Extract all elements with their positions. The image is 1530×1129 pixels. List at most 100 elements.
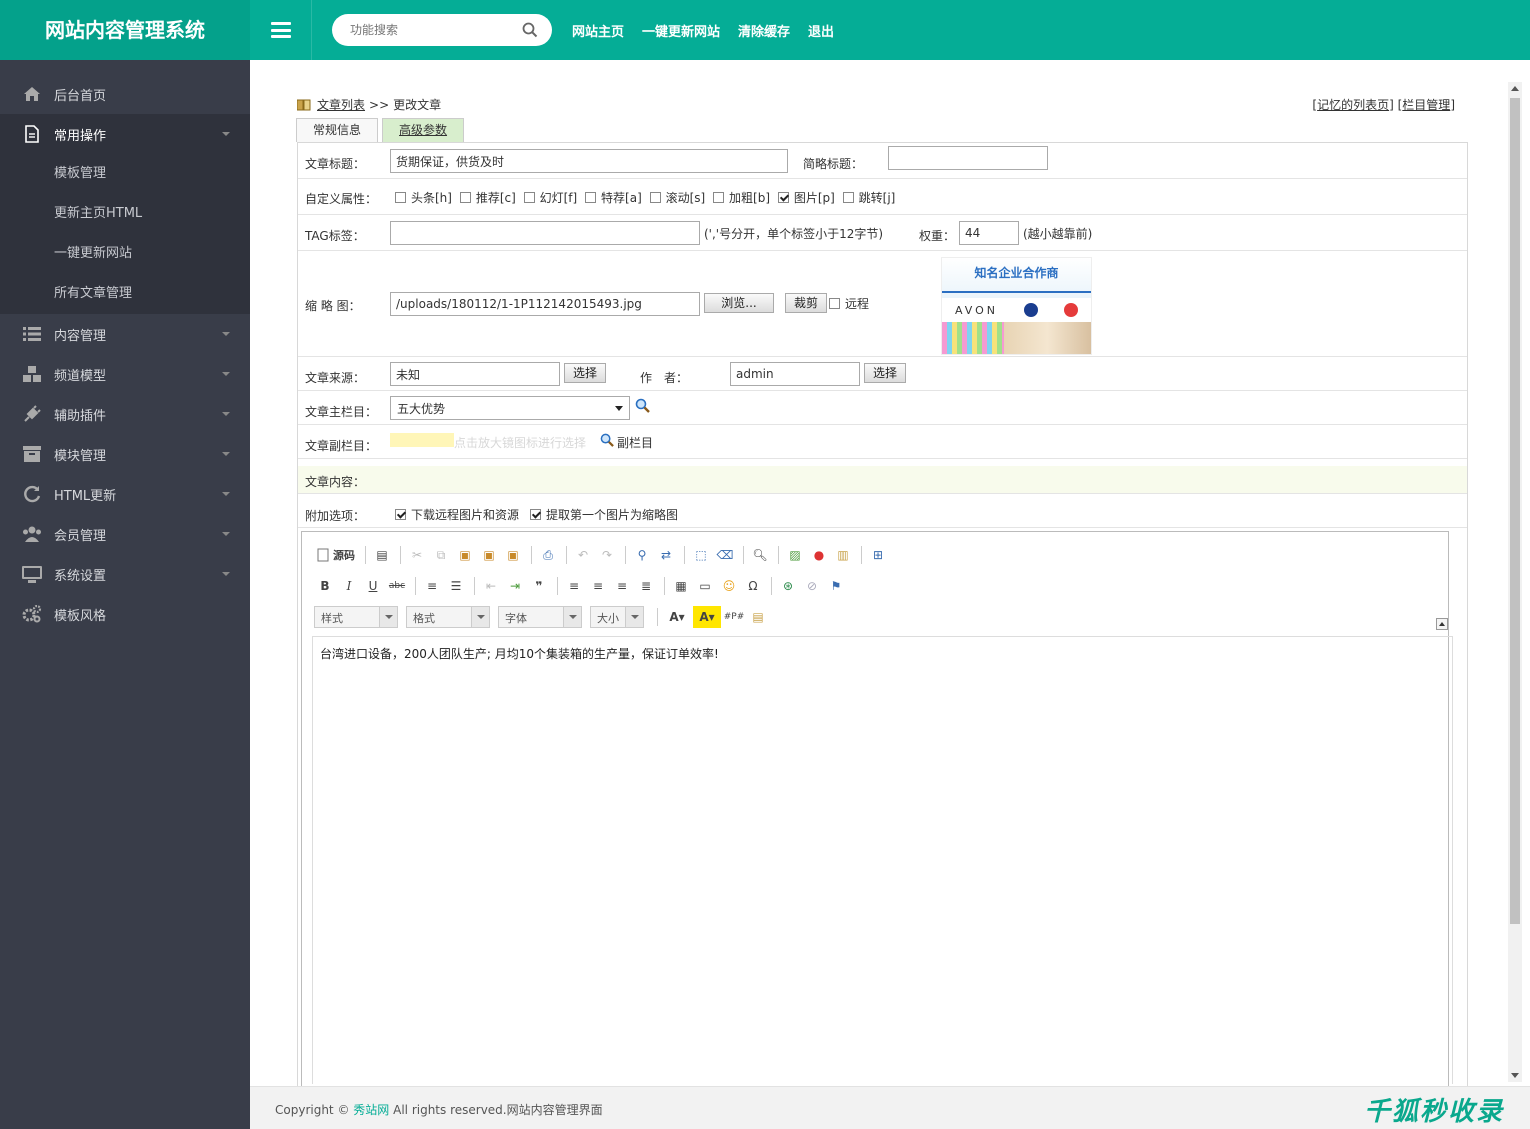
text-color-icon[interactable]: A▾ <box>663 606 691 628</box>
paste-word-icon[interactable]: ▣ <box>502 544 524 566</box>
magnifier-icon[interactable] <box>635 398 650 413</box>
print-icon[interactable]: ⎙ <box>537 544 559 566</box>
scroll-down-icon[interactable] <box>1511 1073 1519 1078</box>
flag-picture[interactable]: 图片[p] <box>777 191 835 205</box>
page-break-icon[interactable]: #P# <box>723 606 745 628</box>
sidebar-item-plugins[interactable]: 辅助插件 <box>0 394 250 434</box>
table-icon[interactable]: ▦ <box>670 575 692 597</box>
sidebar-item-content[interactable]: 内容管理 <box>0 314 250 354</box>
flag-headline[interactable]: 头条[h] <box>395 191 452 205</box>
format-combo[interactable]: 格式 <box>406 606 490 628</box>
thumb-path-input[interactable] <box>390 292 700 316</box>
scrollbar[interactable] <box>1508 82 1522 1082</box>
sidebar-item-home[interactable]: 后台首页 <box>0 74 250 114</box>
source-button[interactable]: 源码 <box>314 544 358 566</box>
align-right-icon[interactable]: ≡ <box>611 575 633 597</box>
insert-code-icon[interactable]: ▤ <box>747 606 769 628</box>
replace-icon[interactable]: ⇄ <box>655 544 677 566</box>
remembered-list-link[interactable]: 记忆的列表页 <box>1317 98 1389 112</box>
sidebar-item-html[interactable]: HTML更新 <box>0 474 250 514</box>
scroll-thumb[interactable] <box>1510 98 1520 924</box>
copy-icon[interactable]: ⧉ <box>430 544 452 566</box>
footer-site-link[interactable]: 秀站网 <box>353 1103 389 1117</box>
horizontal-rule-icon[interactable]: ▭ <box>694 575 716 597</box>
smiley-icon[interactable]: ☺ <box>718 575 740 597</box>
topnav-home-link[interactable]: 网站主页 <box>572 21 624 40</box>
select-all-icon[interactable]: ⬚ <box>690 544 712 566</box>
subcat-link[interactable]: 副栏目 <box>617 434 653 451</box>
sidebar-subitem-all-articles[interactable]: 所有文章管理 <box>0 274 250 314</box>
menu-toggle-button[interactable] <box>250 0 312 60</box>
anchor-flag-icon[interactable]: ⚑ <box>825 575 847 597</box>
topnav-update-link[interactable]: 一键更新网站 <box>642 21 720 40</box>
first-image-thumb-checkbox[interactable]: 提取第一个图片为缩略图 <box>530 506 678 523</box>
title-input[interactable] <box>390 149 788 173</box>
maximize-icon[interactable]: ⊞ <box>867 544 889 566</box>
flag-special[interactable]: 特荐[a] <box>585 191 642 205</box>
size-combo[interactable]: 大小 <box>590 606 644 628</box>
sidebar-item-common[interactable]: 常用操作 <box>0 114 250 154</box>
strike-icon[interactable]: abc <box>386 575 408 597</box>
unlink-icon[interactable]: ⊘ <box>801 575 823 597</box>
indent-icon[interactable]: ⇥ <box>504 575 526 597</box>
flag-recommend[interactable]: 推荐[c] <box>459 191 516 205</box>
sidebar-subitem-update-home[interactable]: 更新主页HTML <box>0 194 250 234</box>
topnav-clear-cache-link[interactable]: 清除缓存 <box>738 21 790 40</box>
flag-scroll[interactable]: 滚动[s] <box>649 191 705 205</box>
paste-text-icon[interactable]: ▣ <box>478 544 500 566</box>
short-title-input[interactable] <box>888 146 1048 170</box>
sidebar-item-members[interactable]: 会员管理 <box>0 514 250 554</box>
paste-icon[interactable]: ▣ <box>454 544 476 566</box>
category-manage-link[interactable]: 栏目管理 <box>1402 98 1450 112</box>
special-char-icon[interactable]: Ω <box>742 575 764 597</box>
search-icon[interactable] <box>522 22 538 38</box>
sidebar-item-theme[interactable]: 模板风格 <box>0 594 250 634</box>
author-select-button[interactable]: 选择 <box>864 363 907 383</box>
author-input[interactable] <box>730 362 860 386</box>
italic-icon[interactable]: I <box>338 575 360 597</box>
source-input[interactable] <box>390 362 560 386</box>
download-remote-checkbox[interactable]: 下载远程图片和资源 <box>395 506 519 523</box>
scroll-up-icon[interactable] <box>1511 86 1519 91</box>
cut-icon[interactable]: ✂ <box>406 544 428 566</box>
bold-icon[interactable]: B <box>314 575 336 597</box>
tab-general[interactable]: 常规信息 <box>296 118 379 142</box>
bg-color-icon[interactable]: A▾ <box>693 606 721 628</box>
tab-advanced[interactable]: 高级参数 <box>382 118 465 142</box>
maincat-select[interactable]: 五大优势 <box>390 396 630 420</box>
align-justify-icon[interactable]: ≣ <box>635 575 657 597</box>
preview-icon[interactable]: 🔍︎ <box>749 544 771 566</box>
align-left-icon[interactable]: ≡ <box>563 575 585 597</box>
magnifier-icon[interactable] <box>600 433 614 447</box>
undo-icon[interactable]: ↶ <box>572 544 594 566</box>
sidebar-subitem-update-site[interactable]: 一键更新网站 <box>0 234 250 274</box>
collapse-toolbar-icon[interactable] <box>1436 618 1448 630</box>
source-select-button[interactable]: 选择 <box>564 363 607 383</box>
style-combo[interactable]: 样式 <box>314 606 398 628</box>
flag-bold[interactable]: 加粗[b] <box>713 191 770 205</box>
flag-jump[interactable]: 跳转[j] <box>842 191 895 205</box>
sidebar-item-settings[interactable]: 系统设置 <box>0 554 250 594</box>
align-center-icon[interactable]: ≡ <box>587 575 609 597</box>
browse-button[interactable]: 浏览... <box>704 293 774 313</box>
image-icon[interactable]: ▨ <box>784 544 806 566</box>
outdent-icon[interactable]: ⇤ <box>480 575 502 597</box>
font-combo[interactable]: 字体 <box>498 606 582 628</box>
search-input[interactable] <box>350 21 510 39</box>
crop-button[interactable]: 裁剪 <box>785 293 828 313</box>
sidebar-item-channel[interactable]: 频道模型 <box>0 354 250 394</box>
media-icon[interactable]: ▥ <box>832 544 854 566</box>
topnav-logout-link[interactable]: 退出 <box>808 21 834 40</box>
remote-checkbox[interactable]: 远程 <box>829 295 869 312</box>
find-icon[interactable]: ⚲ <box>631 544 653 566</box>
sidebar-subitem-template[interactable]: 模板管理 <box>0 154 250 194</box>
ordered-list-icon[interactable]: ≡ <box>421 575 443 597</box>
underline-icon[interactable]: U <box>362 575 384 597</box>
remove-format-icon[interactable]: ⌫ <box>714 544 736 566</box>
flash-icon[interactable]: ● <box>808 544 830 566</box>
bullet-list-icon[interactable]: ☰ <box>445 575 467 597</box>
flag-slide[interactable]: 幻灯[f] <box>523 191 577 205</box>
breadcrumb-article-list-link[interactable]: 文章列表 <box>317 96 365 113</box>
weight-input[interactable] <box>959 221 1019 245</box>
blockquote-icon[interactable]: ❞ <box>528 575 550 597</box>
